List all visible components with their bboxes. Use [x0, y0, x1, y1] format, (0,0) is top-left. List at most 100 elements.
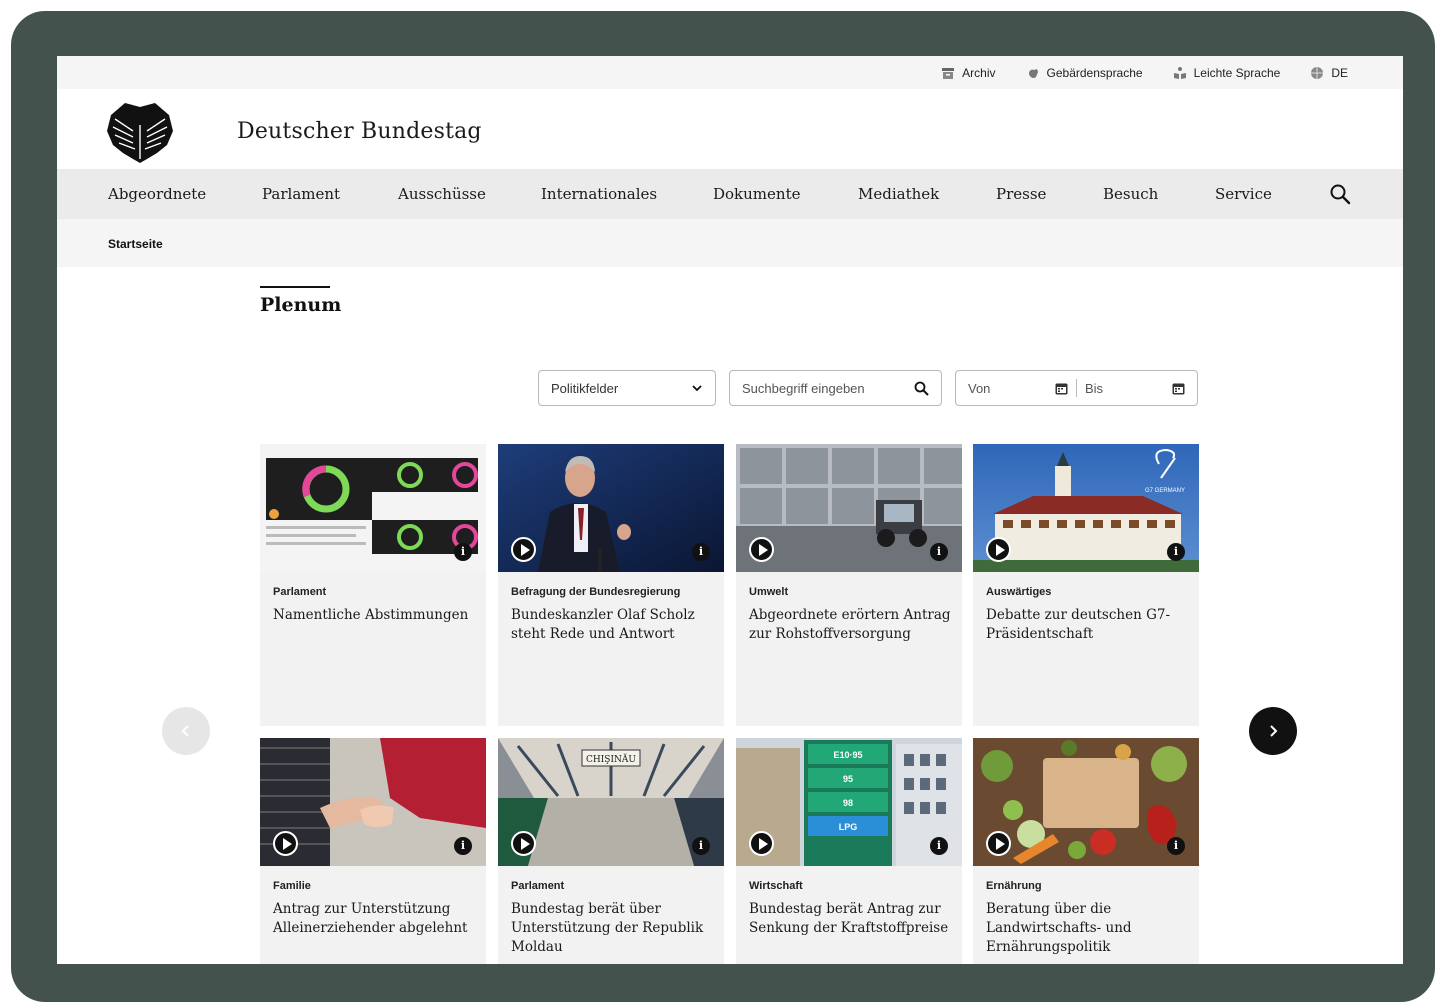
card-category: Parlament [273, 586, 327, 598]
card-title[interactable]: Debatte zur deutschen G7-Präsidentschaft [986, 606, 1191, 644]
calendar-icon[interactable] [1172, 382, 1185, 395]
card-thumbnail: i [260, 444, 486, 572]
card-thumbnail: i [498, 444, 724, 572]
card-thumbnail: i [260, 738, 486, 866]
chevron-left-icon [181, 725, 189, 737]
globe-icon [1311, 66, 1324, 79]
date-to [1084, 380, 1185, 396]
sign-language-link[interactable]: Gebärdensprache [1026, 66, 1143, 80]
play-icon[interactable] [273, 831, 298, 856]
breadcrumb: Startseite [57, 219, 1403, 267]
info-icon[interactable]: i [1167, 837, 1185, 855]
date-separator [1076, 379, 1077, 397]
utility-bar: Archiv Gebärdensprache Leichte Sprache D… [57, 56, 1403, 89]
play-icon[interactable] [986, 537, 1011, 562]
easy-language-label: Leichte Sprache [1193, 65, 1281, 80]
language-label: DE [1331, 65, 1348, 80]
media-card[interactable]: i Parlament Namentliche Abstimmungen [260, 444, 486, 726]
card-category: Auswärtiges [986, 586, 1052, 598]
language-switcher[interactable]: DE [1310, 66, 1348, 80]
card-title[interactable]: Abgeordnete erörtern Antrag zur Rohstoff… [749, 606, 954, 644]
play-icon[interactable] [511, 831, 536, 856]
calendar-icon[interactable] [1055, 382, 1068, 395]
media-card[interactable]: E10·95 95 98 LPG i Wirtschaft Bundestag … [736, 738, 962, 964]
topic-select[interactable]: Politikfelder [538, 370, 716, 406]
card-title[interactable]: Namentliche Abstimmungen [273, 606, 478, 625]
fuel-sign-95: 95 [843, 774, 853, 784]
easy-language-icon [1173, 66, 1186, 79]
info-icon[interactable]: i [692, 837, 710, 855]
media-card[interactable]: i Familie Antrag zur Unterstützung Allei… [260, 738, 486, 964]
nav-item-parlament[interactable]: Parlament [262, 185, 340, 203]
carousel-prev-button[interactable] [162, 707, 210, 755]
nav-item-mediathek[interactable]: Mediathek [858, 185, 939, 203]
archive-label: Archiv [962, 65, 996, 80]
card-title[interactable]: Antrag zur Unterstützung Alleinerziehend… [273, 900, 478, 938]
date-from [968, 380, 1068, 396]
card-thumbnail: E10·95 95 98 LPG i [736, 738, 962, 866]
card-category: Befragung der Bundesregierung [511, 586, 681, 598]
nav-item-service[interactable]: Service [1215, 185, 1272, 203]
card-title[interactable]: Bundestag berät Antrag zur Senkung der K… [749, 900, 954, 938]
card-thumbnail: CHIŞINĂU i [498, 738, 724, 866]
site-header: Deutscher Bundestag [57, 89, 1403, 169]
play-icon[interactable] [986, 831, 1011, 856]
info-icon[interactable]: i [930, 543, 948, 561]
card-title[interactable]: Beratung über die Landwirtschafts- und E… [986, 900, 1191, 957]
device-frame: Archiv Gebärdensprache Leichte Sprache D… [0, 0, 1435, 1002]
card-category: Wirtschaft [749, 880, 803, 892]
chevron-down-icon [692, 385, 702, 392]
site-title[interactable]: Deutscher Bundestag [237, 119, 482, 144]
fuel-sign-lpg: LPG [839, 822, 858, 832]
date-range-filter [955, 370, 1198, 406]
nav-item-besuch[interactable]: Besuch [1103, 185, 1158, 203]
g7-logo-text: G7 GERMANY [1145, 488, 1185, 494]
date-to-input[interactable] [1084, 380, 1155, 396]
info-icon[interactable]: i [930, 837, 948, 855]
station-sign-text: CHIŞINĂU [586, 753, 636, 765]
play-icon[interactable] [511, 537, 536, 562]
media-card[interactable]: i Ernährung Beratung über die Landwirtsc… [973, 738, 1199, 964]
card-title[interactable]: Bundeskanzler Olaf Scholz steht Rede und… [511, 606, 716, 644]
card-thumbnail: G7 GERMANY i [973, 444, 1199, 572]
media-card[interactable]: i Befragung der Bundesregierung Bundeska… [498, 444, 724, 726]
media-card[interactable]: G7 GERMANY i Auswärtiges Debatte zur deu… [973, 444, 1199, 726]
archive-link[interactable]: Archiv [941, 65, 996, 80]
nav-item-presse[interactable]: Presse [996, 185, 1046, 203]
chevron-right-icon [1270, 725, 1278, 737]
play-icon[interactable] [749, 537, 774, 562]
card-category: Parlament [511, 880, 565, 892]
page-title: Plenum [260, 294, 342, 316]
search-field [729, 370, 942, 406]
voting-dashboard-image [260, 444, 486, 572]
info-icon[interactable]: i [454, 543, 472, 561]
search-submit-icon[interactable] [914, 381, 929, 396]
heading-accent-line [260, 286, 330, 288]
search-icon[interactable] [1329, 183, 1351, 205]
card-thumbnail: i [973, 738, 1199, 866]
browser-screen: Archiv Gebärdensprache Leichte Sprache D… [57, 56, 1403, 964]
search-input[interactable] [742, 380, 902, 396]
media-card[interactable]: CHIŞINĂU i Parlament Bundestag berät übe… [498, 738, 724, 964]
card-category: Familie [273, 880, 311, 892]
nav-item-internationales[interactable]: Internationales [541, 185, 657, 203]
nav-item-abgeordnete[interactable]: Abgeordnete [108, 185, 206, 203]
info-icon[interactable]: i [454, 837, 472, 855]
nav-item-ausschuesse[interactable]: Ausschüsse [398, 185, 486, 203]
card-thumbnail: i [736, 444, 962, 572]
card-title[interactable]: Bundestag berät über Unterstützung der R… [511, 900, 716, 957]
fuel-sign-98: 98 [843, 798, 853, 808]
carousel-next-button[interactable] [1249, 707, 1297, 755]
play-icon[interactable] [749, 831, 774, 856]
nav-item-dokumente[interactable]: Dokumente [713, 185, 800, 203]
breadcrumb-home[interactable]: Startseite [108, 237, 163, 251]
info-icon[interactable]: i [1167, 543, 1185, 561]
sign-language-label: Gebärdensprache [1046, 65, 1143, 80]
federal-eagle-logo[interactable] [105, 101, 175, 165]
info-icon[interactable]: i [692, 543, 710, 561]
date-from-input[interactable] [968, 380, 1038, 396]
easy-language-link[interactable]: Leichte Sprache [1173, 65, 1281, 80]
media-card[interactable]: i Umwelt Abgeordnete erörtern Antrag zur… [736, 444, 962, 726]
archive-icon [942, 67, 955, 79]
fuel-sign-e10: E10·95 [833, 750, 862, 760]
